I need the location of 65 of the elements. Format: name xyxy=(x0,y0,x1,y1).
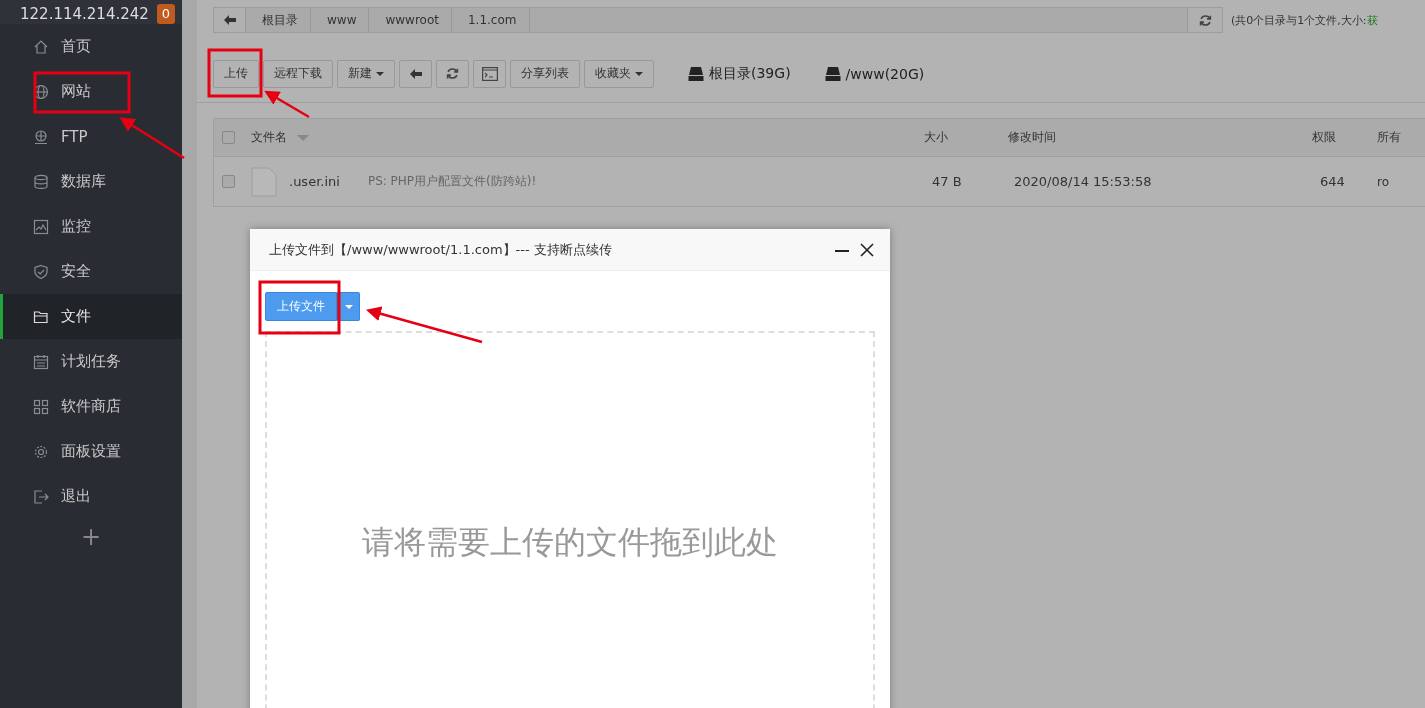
file-icon xyxy=(251,166,277,197)
close-icon[interactable] xyxy=(860,242,874,257)
column-header: 权限 xyxy=(1312,129,1337,146)
terminal-icon xyxy=(481,66,498,81)
sidebar-item[interactable]: 监控 xyxy=(0,204,182,249)
terminal-button[interactable] xyxy=(473,59,506,88)
drive-icon xyxy=(824,66,841,81)
back-arrow-icon xyxy=(223,15,236,25)
file-name[interactable]: .user.ini xyxy=(289,174,340,189)
upload-options-button[interactable] xyxy=(337,292,360,321)
table-cell-text: ro xyxy=(1377,174,1390,189)
back-arrow-icon xyxy=(409,68,422,79)
server-address: 122.114.214.242 xyxy=(20,4,149,24)
toolbar-button[interactable]: 分享列表 xyxy=(510,59,580,88)
refresh-button[interactable] xyxy=(1187,8,1222,32)
dropdown-button[interactable]: 新建 xyxy=(337,59,395,88)
settings-icon xyxy=(33,443,49,460)
grid-icon xyxy=(33,398,49,415)
shield-icon xyxy=(33,263,49,280)
annotation-arrow xyxy=(264,90,310,119)
refresh-icon xyxy=(446,67,459,80)
dropdown-button[interactable]: 收藏夹 xyxy=(584,59,654,88)
row-checkbox[interactable] xyxy=(222,175,235,188)
notification-badge: 0 xyxy=(156,4,176,24)
table-cell-text: 644 xyxy=(1319,174,1346,189)
refresh-button[interactable] xyxy=(436,59,469,88)
chart-icon xyxy=(33,218,49,235)
sidebar-item[interactable]: 计划任务 xyxy=(0,339,182,384)
column-header: 修改时间 xyxy=(1008,129,1057,146)
column-header: 大小 xyxy=(923,129,949,146)
refresh-icon xyxy=(1198,13,1212,27)
sidebar-item[interactable]: 退出 xyxy=(0,474,182,519)
dialog-title: 上传文件到【/www/wwwroot/1.1.com】--- 支持断点续传 xyxy=(269,240,613,259)
back-button[interactable] xyxy=(399,59,432,88)
sidebar-item[interactable]: 软件商店 xyxy=(0,384,182,429)
exit-icon xyxy=(33,488,49,505)
drive-icon xyxy=(688,66,704,81)
disk-link[interactable]: /www(20G) xyxy=(824,65,925,82)
select-all-checkbox[interactable] xyxy=(222,131,235,144)
add-button[interactable]: + xyxy=(76,523,106,551)
sidebar-item[interactable]: 网站 xyxy=(0,69,182,114)
server-icon xyxy=(33,128,49,145)
folder-icon xyxy=(33,308,49,325)
sidebar-item[interactable]: 文件 xyxy=(0,294,182,339)
annotation-box xyxy=(207,48,263,98)
sidebar-item[interactable]: 数据库 xyxy=(0,159,182,204)
drop-hint: 请将需要上传的文件拖到此处 xyxy=(362,522,778,563)
sidebar-item[interactable]: 安全 xyxy=(0,249,182,294)
column-header: 所有 xyxy=(1377,129,1402,146)
sidebar-item[interactable]: 首页 xyxy=(0,24,182,69)
database-icon xyxy=(33,173,49,190)
annotation-arrow xyxy=(119,117,185,160)
column-header[interactable]: 文件名 xyxy=(251,129,914,146)
toolbar-button[interactable]: 上传 xyxy=(213,59,259,88)
back-button[interactable] xyxy=(214,8,246,32)
sidebar-item[interactable]: FTP xyxy=(0,114,182,159)
disk-link[interactable]: 根目录(39G) xyxy=(688,64,791,83)
home-icon xyxy=(33,38,49,55)
toolbar-button[interactable]: 远程下载 xyxy=(263,59,333,88)
calendar-icon xyxy=(33,353,49,370)
directory-summary: (共0个目录与1个文件,大小: xyxy=(1231,12,1367,28)
table-cell-text: 47 B xyxy=(931,174,963,189)
sidebar-item[interactable]: 面板设置 xyxy=(0,429,182,474)
file-note: PS: PHP用户配置文件(防跨站)! xyxy=(367,173,537,190)
table-cell-text: 2020/08/14 15:53:58 xyxy=(1013,174,1153,189)
